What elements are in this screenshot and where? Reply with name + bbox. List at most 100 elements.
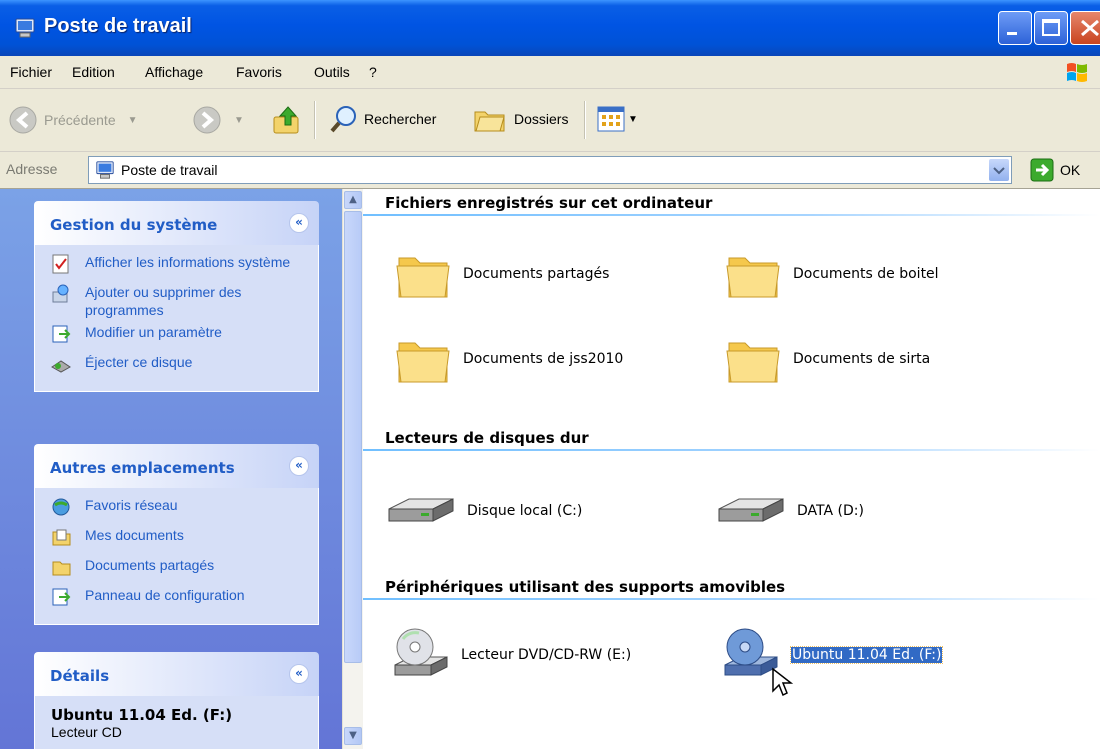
close-icon [1081, 19, 1099, 37]
folder-item[interactable]: Documents de sirta [723, 329, 930, 389]
close-button[interactable] [1070, 11, 1100, 45]
place-control-panel[interactable]: Panneau de configuration [35, 584, 318, 614]
task-label: Ajouter ou supprimer des programmes [85, 284, 242, 318]
my-computer-icon [96, 161, 114, 179]
task-pane: Gestion du système « Afficher les inform… [0, 189, 342, 749]
item-label: Documents partagés [463, 266, 610, 282]
drive-item[interactable]: Disque local (C:) [385, 481, 582, 541]
views-icon [597, 106, 625, 132]
address-input[interactable]: Poste de travail [88, 156, 1012, 184]
folder-item[interactable]: Documents de jss2010 [393, 329, 623, 389]
details-title: Détails [50, 667, 110, 685]
scroll-up-button[interactable]: ▲ [344, 191, 362, 209]
task-label: Éjecter ce disque [85, 354, 193, 370]
minimize-icon [1007, 32, 1017, 35]
views-button[interactable]: ▼ [596, 105, 638, 133]
toolbar-separator [314, 101, 316, 139]
place-label: Favoris réseau [85, 497, 178, 513]
drive-item-selected[interactable]: Ubuntu 11.04 Ed. (F:) [721, 625, 944, 685]
task-eject-disk[interactable]: Éjecter ce disque [35, 351, 318, 381]
back-dropdown-icon[interactable]: ▼ [128, 115, 138, 126]
address-dropdown-button[interactable] [989, 159, 1009, 181]
place-my-documents[interactable]: Mes documents [35, 524, 318, 554]
go-label: OK [1060, 162, 1081, 178]
details-header[interactable]: Détails « [34, 652, 319, 696]
folder-item[interactable]: Documents partagés [393, 244, 609, 304]
back-button[interactable]: Précédente ▼ [8, 105, 138, 135]
item-label: Lecteur DVD/CD-RW (E:) [461, 647, 632, 663]
folder-icon [726, 257, 780, 298]
group-header-removable: Périphériques utilisant des supports amo… [385, 578, 786, 596]
my-documents-icon [52, 529, 71, 546]
drive-item[interactable]: DATA (D:) [715, 481, 864, 541]
folder-icon [396, 257, 450, 298]
group-header-hard-drives: Lecteurs de disques dur [385, 429, 589, 447]
network-icon [52, 498, 70, 516]
folder-item[interactable]: Documents de boitel [723, 244, 939, 304]
menu-help[interactable]: ? [369, 64, 377, 80]
my-computer-icon [15, 18, 35, 38]
other-places-header[interactable]: Autres emplacements « [34, 444, 319, 488]
place-label: Mes documents [85, 527, 184, 543]
other-places-body: Favoris réseau Mes documents Documents p… [34, 488, 319, 625]
item-label: Ubuntu 11.04 Ed. (F:) [789, 646, 944, 664]
address-value: Poste de travail [121, 162, 218, 178]
eject-disk-icon [51, 360, 71, 373]
maximize-icon [1042, 19, 1060, 36]
go-arrow-icon [1030, 158, 1054, 182]
maximize-button[interactable] [1034, 11, 1068, 45]
menu-edition[interactable]: Edition [72, 64, 115, 80]
scroll-thumb[interactable] [344, 211, 362, 663]
menu-affichage[interactable]: Affichage [145, 64, 203, 80]
scroll-down-button[interactable]: ▼ [344, 727, 362, 745]
folders-button[interactable]: Dossiers [472, 103, 568, 135]
task-add-remove-programs[interactable]: Ajouter ou supprimer des programmes [35, 281, 318, 321]
item-label: Disque local (C:) [467, 503, 583, 519]
window-title: Poste de travail [44, 15, 192, 37]
menu-fichier[interactable]: Fichier [10, 64, 52, 80]
up-folder-icon [273, 106, 299, 134]
group-divider [363, 449, 1100, 451]
group-divider [363, 214, 1100, 216]
system-tasks-body: Afficher les informations système Ajoute… [34, 245, 319, 392]
task-label: Modifier un paramètre [85, 324, 222, 340]
task-pane-scrollbar[interactable]: ▲ ▼ [342, 189, 363, 749]
address-label: Adresse [6, 161, 58, 177]
search-button[interactable]: Rechercher [328, 103, 436, 135]
folders-label: Dossiers [514, 111, 569, 127]
go-button[interactable]: OK [1030, 158, 1080, 182]
address-bar: Adresse Poste de travail OK [0, 152, 1100, 189]
control-panel-icon [52, 325, 71, 343]
task-view-system-info[interactable]: Afficher les informations système [35, 251, 318, 281]
task-label: Afficher les informations système [85, 254, 291, 270]
content-area: Fichiers enregistrés sur cet ordinateur … [363, 189, 1100, 749]
drive-item[interactable]: Lecteur DVD/CD-RW (E:) [391, 625, 631, 685]
title-bar[interactable]: Poste de travail [0, 0, 1100, 56]
system-tasks-panel: Gestion du système « Afficher les inform… [34, 201, 319, 392]
place-shared-documents[interactable]: Documents partagés [35, 554, 318, 584]
forward-button[interactable]: ▼ [192, 105, 244, 135]
collapse-icon[interactable]: « [289, 213, 309, 233]
standard-toolbar: Précédente ▼ ▼ Rechercher Dossiers ▼ [0, 89, 1100, 152]
system-tasks-header[interactable]: Gestion du système « [34, 201, 319, 245]
details-item-type: Lecteur CD [51, 724, 122, 740]
views-dropdown-icon[interactable]: ▼ [628, 114, 638, 125]
details-body: Ubuntu 11.04 Ed. (F:) Lecteur CD [34, 696, 319, 749]
control-panel-icon [52, 588, 71, 606]
add-remove-programs-icon [52, 284, 69, 303]
forward-dropdown-icon[interactable]: ▼ [234, 115, 244, 126]
menu-outils[interactable]: Outils [314, 64, 350, 80]
search-label: Rechercher [364, 111, 437, 127]
menu-favoris[interactable]: Favoris [236, 64, 282, 80]
up-folder-button[interactable] [270, 103, 304, 137]
item-label: Documents de sirta [793, 351, 931, 367]
folder-icon [396, 342, 450, 383]
place-network[interactable]: Favoris réseau [35, 494, 318, 524]
other-places-panel: Autres emplacements « Favoris réseau Mes… [34, 444, 319, 625]
task-change-setting[interactable]: Modifier un paramètre [35, 321, 318, 351]
minimize-button[interactable] [998, 11, 1032, 45]
collapse-icon[interactable]: « [289, 456, 309, 476]
back-label: Précédente [44, 112, 116, 128]
item-label: Documents de jss2010 [463, 351, 624, 367]
collapse-icon[interactable]: « [289, 664, 309, 684]
